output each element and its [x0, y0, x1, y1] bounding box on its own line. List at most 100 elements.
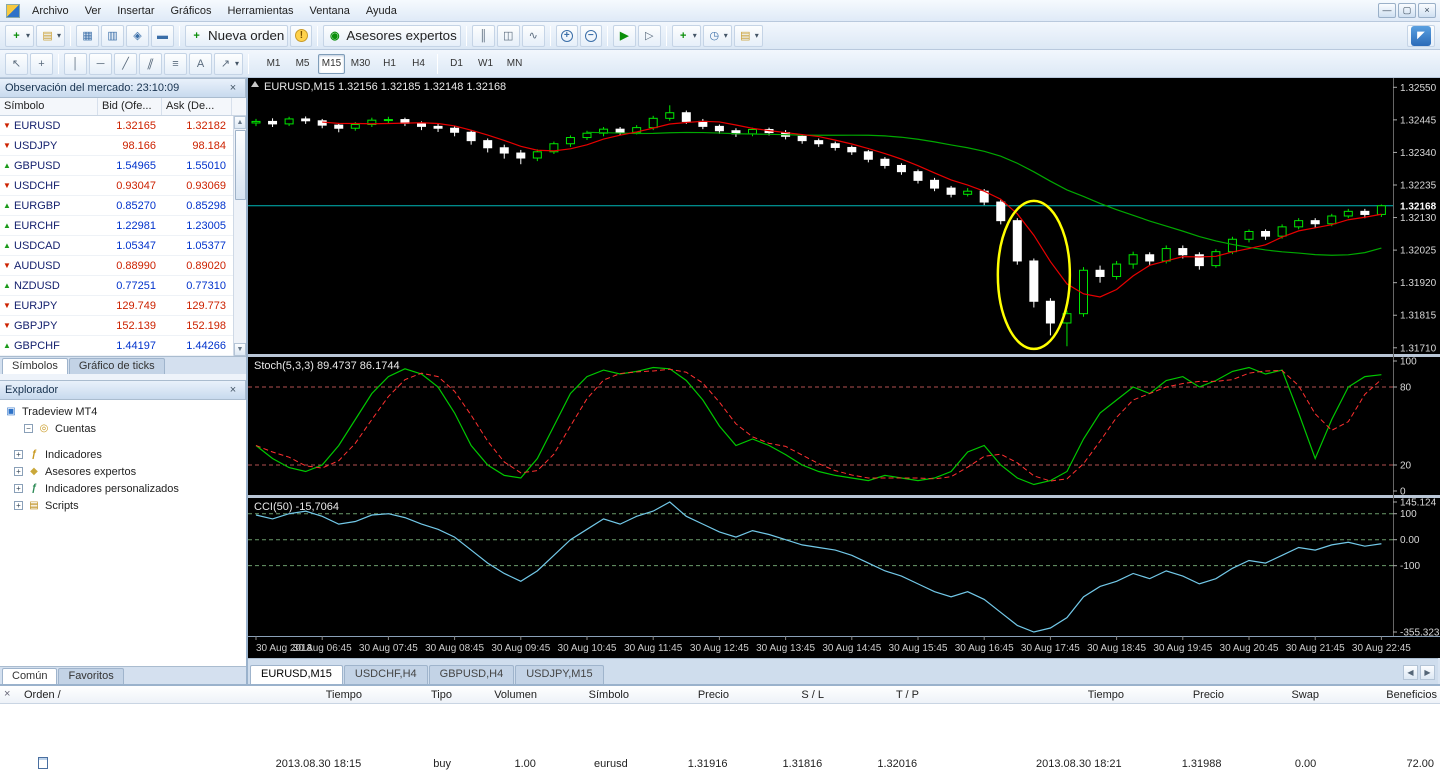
navigator-root[interactable]: ▣ Tradeview MT4	[4, 403, 246, 420]
scroll-thumb[interactable]	[235, 130, 246, 200]
terminal-col-2[interactable]: Tipo	[368, 689, 458, 701]
market-watch-row-eurchf[interactable]: ▲ EURCHF 1.22981 1.23005	[0, 216, 246, 236]
terminal-toggle-button[interactable]: ▬	[151, 24, 175, 47]
order-row[interactable]: 2013.08.30 18:15 buy 1.00 eurusd 1.31916 1.31…	[0, 754, 1440, 774]
timeframe-h4[interactable]: H4	[405, 54, 432, 74]
menu-insertar[interactable]: Insertar	[109, 2, 162, 20]
cursor-button[interactable]: ↖	[5, 52, 28, 75]
indicators-button[interactable]: +	[671, 24, 701, 47]
menu-ayuda[interactable]: Ayuda	[358, 2, 405, 20]
navigator-item-scripts[interactable]: + ▤ Scripts	[4, 497, 246, 514]
expand-icon[interactable]: +	[14, 450, 23, 459]
alert-button[interactable]: !	[290, 24, 313, 47]
text-tool-button[interactable]: A	[189, 52, 212, 75]
terminal-col-11[interactable]: Beneficios	[1325, 689, 1440, 701]
market-watch-row-usdchf[interactable]: ▼ USDCHF 0.93047 0.93069	[0, 176, 246, 196]
market-watch-row-nzdusd[interactable]: ▲ NZDUSD 0.77251 0.77310	[0, 276, 246, 296]
vertical-line-button[interactable]: │	[64, 52, 87, 75]
timeframe-mn[interactable]: MN	[501, 54, 528, 74]
navigator-item-indicadores[interactable]: + ƒ Indicadores	[4, 446, 246, 463]
timeframe-m15[interactable]: M15	[318, 53, 346, 74]
menu-ver[interactable]: Ver	[77, 2, 110, 20]
terminal-col-1[interactable]: Tiempo	[268, 689, 368, 701]
terminal-col-0[interactable]: Orden /	[18, 689, 268, 701]
market-watch-col-2[interactable]: Ask (De...	[162, 98, 232, 115]
chart-tab-gbpusd-h4[interactable]: GBPUSD,H4	[428, 665, 515, 684]
navigator-toggle-button[interactable]: ◈	[126, 24, 150, 47]
navigator-item-indicadores-personalizados[interactable]: + ƒ Indicadores personalizados	[4, 480, 246, 497]
channel-button[interactable]: ∥	[139, 52, 162, 75]
market-watch-col-1[interactable]: Bid (Ofe...	[98, 98, 162, 115]
terminal-col-4[interactable]: Símbolo	[543, 689, 635, 701]
timeframe-m30[interactable]: M30	[347, 54, 374, 74]
tab-com-n[interactable]: Común	[2, 668, 58, 684]
menu-archivo[interactable]: Archivo	[24, 2, 77, 20]
market-watch-row-audusd[interactable]: ▼ AUDUSD 0.88990 0.89020	[0, 256, 246, 276]
menu-gráficos[interactable]: Gráficos	[163, 2, 220, 20]
tab-favoritos[interactable]: Favoritos	[58, 668, 124, 684]
market-watch-toggle-button[interactable]: ▦	[76, 24, 100, 47]
timeframe-m5[interactable]: M5	[289, 54, 316, 74]
close-button[interactable]: ×	[1418, 3, 1436, 18]
terminal-col-9[interactable]: Precio	[1130, 689, 1230, 701]
expert-advisors-button[interactable]: ◉ Asesores expertos	[323, 24, 461, 47]
tab-s-mbolos[interactable]: Símbolos	[2, 358, 68, 374]
market-watch-row-eurjpy[interactable]: ▼ EURJPY 129.749 129.773	[0, 296, 246, 316]
terminal-col-8[interactable]: Tiempo	[925, 689, 1130, 701]
market-watch-row-usdjpy[interactable]: ▼ USDJPY 98.166 98.184	[0, 136, 246, 156]
data-window-toggle-button[interactable]: ▥	[101, 24, 125, 47]
zoom-out-button[interactable]: −	[579, 24, 602, 47]
auto-scroll-button[interactable]: ▶	[612, 24, 636, 47]
tab-scroll-left-icon[interactable]: ◀	[1403, 665, 1418, 680]
navigator-item-cuentas[interactable]: − ◎ Cuentas	[4, 420, 246, 437]
timeframe-w1[interactable]: W1	[472, 54, 499, 74]
market-watch-row-gbpjpy[interactable]: ▼ GBPJPY 152.139 152.198	[0, 316, 246, 336]
trendline-button[interactable]: ╱	[114, 52, 137, 75]
market-watch-close-icon[interactable]: ×	[226, 82, 240, 94]
line-chart-mode-button[interactable]: ∿	[521, 24, 545, 47]
expand-icon[interactable]: +	[14, 467, 23, 476]
terminal-col-6[interactable]: S / L	[735, 689, 830, 701]
navigator-close-icon[interactable]: ×	[226, 384, 240, 396]
templates-button[interactable]: ▤	[733, 24, 763, 47]
zoom-in-button[interactable]: +	[555, 24, 578, 47]
collapse-icon[interactable]: −	[24, 424, 33, 433]
terminal-col-5[interactable]: Precio	[635, 689, 735, 701]
chart-tab-usdjpy-m15[interactable]: USDJPY,M15	[515, 665, 604, 684]
market-watch-row-gbpusd[interactable]: ▲ GBPUSD 1.54965 1.55010	[0, 156, 246, 176]
expand-icon[interactable]: +	[14, 484, 23, 493]
restore-button[interactable]: ▢	[1398, 3, 1416, 18]
market-watch-row-eurgbp[interactable]: ▲ EURGBP 0.85270 0.85298	[0, 196, 246, 216]
scroll-down-icon[interactable]: ▼	[234, 343, 246, 356]
arrows-tool-button[interactable]: ↗	[214, 52, 244, 75]
market-watch-scrollbar[interactable]: ▲ ▼	[233, 116, 246, 356]
menu-herramientas[interactable]: Herramientas	[219, 2, 301, 20]
crosshair-button[interactable]: +	[30, 52, 53, 75]
terminal-col-7[interactable]: T / P	[830, 689, 925, 701]
periods-button[interactable]: ◷	[702, 24, 732, 47]
menu-ventana[interactable]: Ventana	[302, 2, 358, 20]
profiles-button[interactable]: ▤	[36, 24, 66, 47]
scroll-up-icon[interactable]: ▲	[234, 116, 246, 129]
horizontal-line-button[interactable]: ─	[89, 52, 112, 75]
new-chart-button[interactable]: +	[5, 24, 35, 47]
terminal-col-3[interactable]: Volumen	[458, 689, 543, 701]
bar-chart-mode-button[interactable]: ║	[471, 24, 495, 47]
timeframe-h1[interactable]: H1	[376, 54, 403, 74]
tab-gr-fico-de-ticks[interactable]: Gráfico de ticks	[68, 358, 165, 374]
market-watch-row-gbpchf[interactable]: ▲ GBPCHF 1.44197 1.44266	[0, 336, 246, 356]
new-order-button[interactable]: + Nueva orden	[185, 24, 289, 47]
terminal-close-icon[interactable]: ×	[4, 688, 10, 700]
market-watch-col-0[interactable]: Símbolo	[0, 98, 98, 115]
chart-shift-button[interactable]: ▷	[637, 24, 661, 47]
tab-scroll-right-icon[interactable]: ▶	[1420, 665, 1435, 680]
timeframe-m1[interactable]: M1	[260, 54, 287, 74]
expand-icon[interactable]: +	[14, 501, 23, 510]
timeframe-d1[interactable]: D1	[443, 54, 470, 74]
terminal-col-10[interactable]: Swap	[1230, 689, 1325, 701]
market-watch-row-usdcad[interactable]: ▲ USDCAD 1.05347 1.05377	[0, 236, 246, 256]
community-button[interactable]: ◤	[1407, 24, 1435, 47]
chart-tab-eurusd-m15[interactable]: EURUSD,M15	[250, 665, 343, 684]
fibonacci-button[interactable]: ≡	[164, 52, 187, 75]
market-watch-row-eurusd[interactable]: ▼ EURUSD 1.32165 1.32182	[0, 116, 246, 136]
